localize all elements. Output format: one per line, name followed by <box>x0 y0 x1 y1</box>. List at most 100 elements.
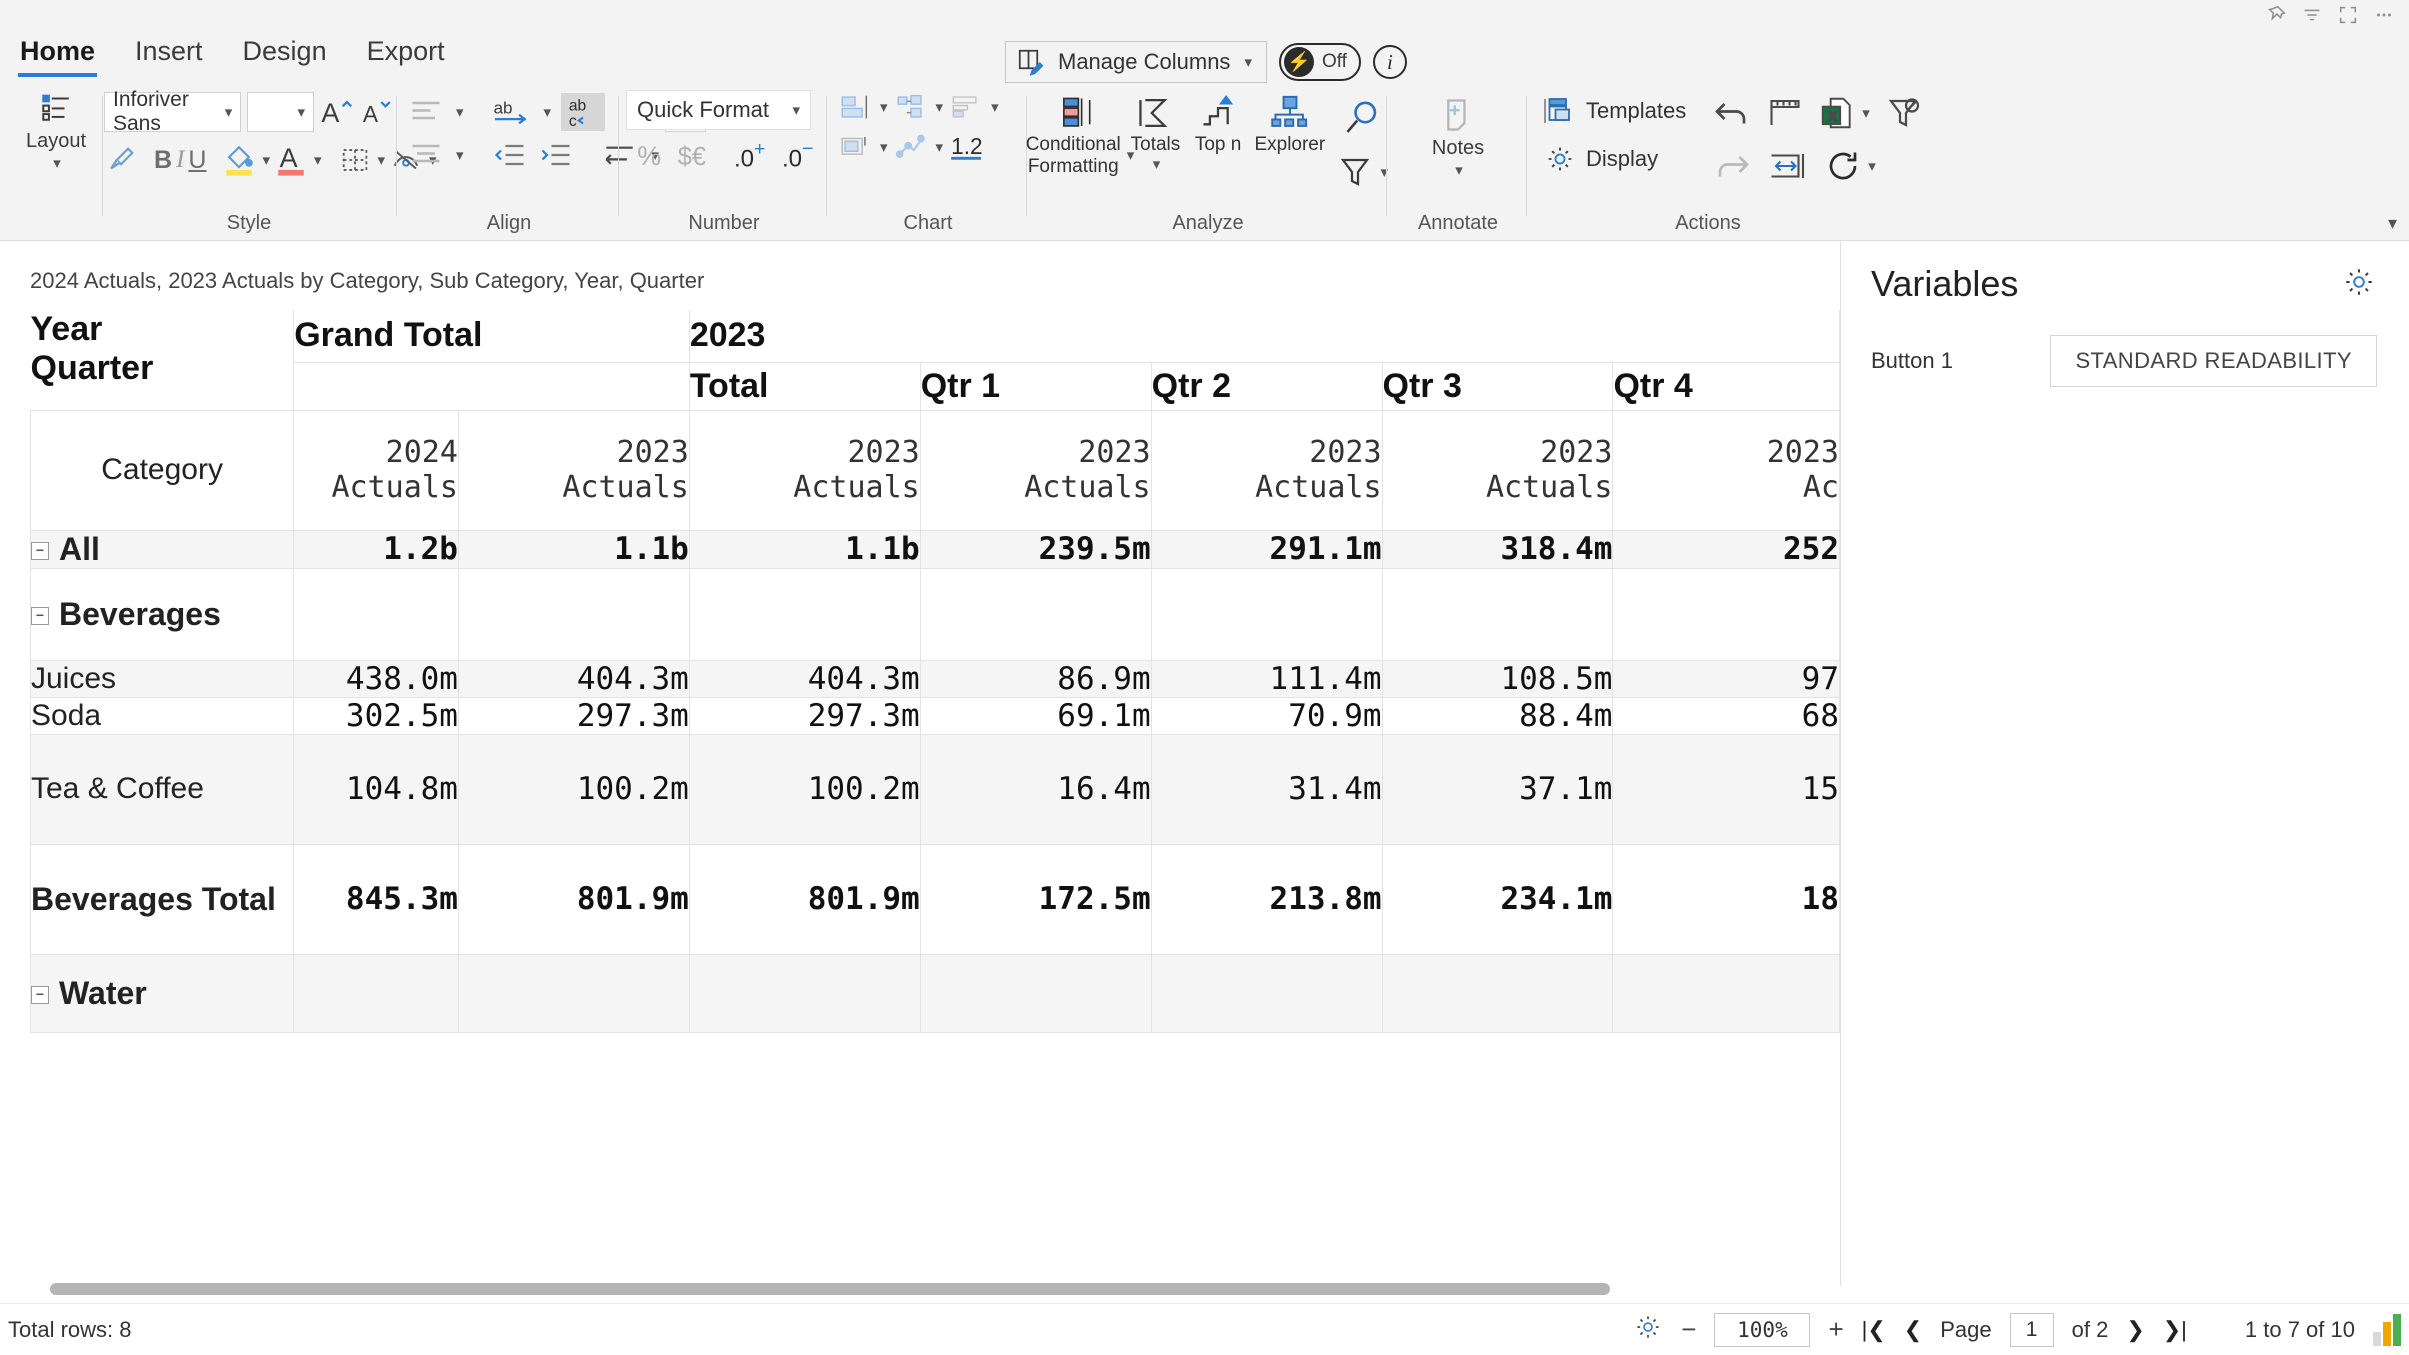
performance-toggle[interactable]: ⚡ Off <box>1278 43 1361 81</box>
row-label-cell[interactable]: Beverages Total <box>30 843 295 955</box>
table-row[interactable]: − Water <box>30 953 1840 1033</box>
table-row[interactable]: Soda 302.5m 297.3m 297.3m 69.1m 70.9m 88… <box>30 696 1840 735</box>
chevron-down-icon[interactable]: ▾ <box>936 138 944 156</box>
search-icon[interactable] <box>1341 98 1383 140</box>
undo-icon[interactable] <box>1712 95 1752 131</box>
chevron-down-icon[interactable]: ▾ <box>544 103 552 121</box>
table-row[interactable]: − All 1.2b 1.1b 1.1b 239.5m 291.1m 318.4m… <box>30 529 1840 569</box>
add-note-icon[interactable] <box>1437 94 1479 136</box>
bold-button[interactable]: B <box>154 146 172 175</box>
waterfall-chart-icon[interactable] <box>894 92 928 122</box>
chevron-down-icon[interactable]: ▾ <box>456 146 464 164</box>
increase-indent-icon[interactable] <box>538 140 574 170</box>
first-page-button[interactable]: |❮ <box>1862 1317 1886 1343</box>
italic-button[interactable]: I <box>176 146 184 174</box>
collapse-icon[interactable]: − <box>31 542 49 561</box>
borders-icon[interactable] <box>338 143 372 177</box>
wrap-text-icon[interactable]: ab c <box>561 93 606 131</box>
fill-color-icon[interactable] <box>222 140 256 180</box>
tab-home[interactable]: Home <box>18 30 98 77</box>
align-text-icon[interactable] <box>408 97 444 127</box>
line-chart-icon[interactable] <box>894 132 928 162</box>
scrollbar-track[interactable] <box>30 1283 1840 1297</box>
more-options-icon[interactable] <box>2367 2 2401 28</box>
ruler-icon[interactable] <box>1766 95 1804 131</box>
row-label-cell[interactable]: − All <box>30 529 295 569</box>
bar-chart-icon[interactable] <box>838 92 872 122</box>
tab-export[interactable]: Export <box>365 30 447 77</box>
refresh-icon[interactable] <box>1824 148 1862 184</box>
row-label-cell[interactable]: Juices <box>30 659 295 698</box>
currency-format-icon[interactable]: $€ <box>676 138 722 172</box>
chevron-down-icon[interactable]: ▾ <box>262 151 270 169</box>
variance-chart-icon[interactable] <box>949 92 983 122</box>
templates-button[interactable]: Templates <box>1542 94 1686 128</box>
row-label-cell[interactable]: Tea & Coffee <box>30 733 295 845</box>
font-family-select[interactable]: Inforiver Sans ▾ <box>104 88 242 135</box>
filter-icon[interactable] <box>2295 2 2329 28</box>
redo-icon[interactable] <box>1712 148 1752 184</box>
font-size-select[interactable]: ▾ <box>247 92 314 132</box>
info-icon[interactable]: i <box>1372 45 1407 79</box>
chevron-down-icon[interactable]: ▾ <box>880 98 888 116</box>
format-painter-icon[interactable] <box>104 143 138 177</box>
data-table-container[interactable]: Year Quarter Grand Total 2023 Total Qtr … <box>30 310 1840 1200</box>
chevron-down-icon[interactable]: ▾ <box>1868 157 1876 175</box>
percent-format-icon[interactable]: % <box>634 138 666 172</box>
chevron-down-icon[interactable]: ▾ <box>880 138 888 156</box>
focus-mode-icon[interactable] <box>2331 2 2365 28</box>
horizontal-scrollbar[interactable] <box>30 1283 1840 1297</box>
quick-format-select[interactable]: Quick Format ▾ <box>626 90 811 130</box>
chevron-down-icon[interactable]: ▾ <box>991 98 999 116</box>
conditional-formatting-button[interactable]: Conditional Formatting ▾ <box>1026 92 1134 178</box>
row-label-cell[interactable]: − Water <box>30 953 295 1033</box>
last-page-button[interactable]: ❯| <box>2163 1317 2187 1343</box>
manage-columns-button[interactable]: Manage Columns ▾ <box>1005 41 1267 83</box>
tab-design[interactable]: Design <box>241 30 329 77</box>
zoom-out-button[interactable]: − <box>1681 1314 1696 1345</box>
decrease-indent-icon[interactable] <box>492 140 528 170</box>
row-label-cell[interactable]: − Beverages <box>30 567 295 661</box>
decrease-decimal-icon[interactable]: .0− <box>780 138 818 172</box>
increase-font-size-icon[interactable]: A <box>320 95 354 129</box>
table-row[interactable]: Beverages Total 845.3m 801.9m 801.9m 172… <box>30 843 1840 955</box>
font-color-icon[interactable]: A <box>274 140 308 180</box>
collapse-icon[interactable]: − <box>31 986 49 1005</box>
explorer-button[interactable]: Explorer <box>1253 92 1326 156</box>
row-label-cell[interactable]: Soda <box>30 696 295 735</box>
filter-funnel-icon[interactable] <box>1336 154 1374 190</box>
top-n-button[interactable]: Top n <box>1189 92 1247 156</box>
pin-icon[interactable] <box>2259 2 2293 28</box>
table-row[interactable]: Juices 438.0m 404.3m 404.3m 86.9m 111.4m… <box>30 659 1840 698</box>
tab-insert[interactable]: Insert <box>133 30 205 77</box>
chevron-down-icon[interactable]: ▾ <box>53 154 61 172</box>
chevron-down-icon[interactable]: ▾ <box>314 151 322 169</box>
excel-export-icon[interactable]: X <box>1818 94 1856 132</box>
decimal-display-icon[interactable]: 1.2 <box>949 130 993 164</box>
settings-gear-icon[interactable] <box>1633 1312 1663 1347</box>
zoom-in-button[interactable]: + <box>1828 1314 1843 1345</box>
fit-width-icon[interactable] <box>1766 148 1810 184</box>
table-row[interactable]: Tea & Coffee 104.8m 100.2m 100.2m 16.4m … <box>30 733 1840 845</box>
totals-button[interactable]: Totals ▾ <box>1128 92 1183 173</box>
collapse-ribbon-icon[interactable]: ▾ <box>2388 213 2397 234</box>
chevron-down-icon[interactable]: ▾ <box>378 151 386 169</box>
gear-icon[interactable] <box>2341 264 2377 305</box>
next-page-button[interactable]: ❯ <box>2126 1317 2144 1343</box>
text-overflow-icon[interactable]: ab <box>492 95 532 129</box>
vertical-align-icon[interactable] <box>408 140 444 170</box>
chevron-down-icon[interactable]: ▾ <box>936 98 944 116</box>
underline-button[interactable]: U <box>188 146 206 175</box>
increase-decimal-icon[interactable]: .0 + <box>732 138 770 172</box>
table-row[interactable]: − Beverages <box>30 567 1840 661</box>
zoom-level-input[interactable]: 100% <box>1714 1312 1811 1347</box>
prev-page-button[interactable]: ❮ <box>1904 1317 1922 1343</box>
pin-chart-icon[interactable] <box>838 132 872 162</box>
clear-filter-icon[interactable] <box>1884 95 1922 131</box>
scrollbar-thumb[interactable] <box>50 1283 1610 1295</box>
standard-readability-button[interactable]: STANDARD READABILITY <box>2050 335 2377 387</box>
layout-icon[interactable] <box>39 90 73 129</box>
chevron-down-icon[interactable]: ▾ <box>1455 161 1463 179</box>
page-number-input[interactable]: 1 <box>2009 1312 2054 1347</box>
collapse-icon[interactable]: − <box>31 607 49 626</box>
